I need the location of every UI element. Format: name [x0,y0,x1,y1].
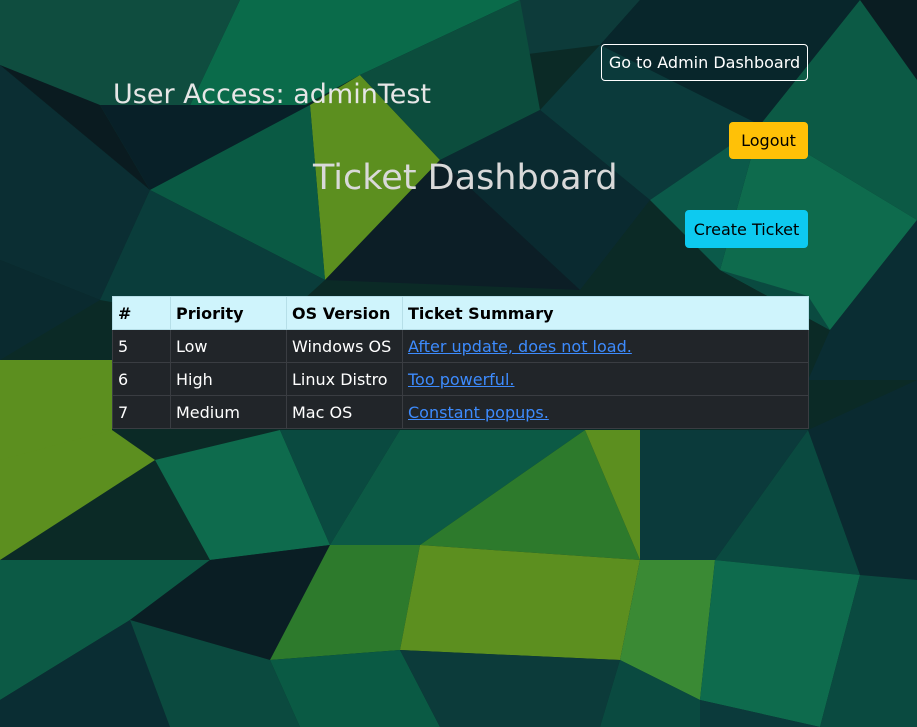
ticket-summary-cell: Too powerful. [402,362,809,396]
ticket-id: 6 [112,362,171,396]
column-header-ticket-summary: Ticket Summary [402,296,809,330]
create-ticket-button[interactable]: Create Ticket [685,210,808,248]
admin-dashboard-button[interactable]: Go to Admin Dashboard [601,44,808,81]
logout-button[interactable]: Logout [729,122,808,159]
ticket-table: # Priority OS Version Ticket Summary 5 L… [112,296,809,429]
table-row: 7 Medium Mac OS Constant popups. [112,395,809,429]
ticket-summary-cell: Constant popups. [402,395,809,429]
table-header-row: # Priority OS Version Ticket Summary [112,296,809,330]
ticket-summary-link[interactable]: After update, does not load. [408,337,632,356]
column-header-id: # [112,296,171,330]
column-header-priority: Priority [170,296,287,330]
ticket-priority: Medium [170,395,287,429]
ticket-summary-link[interactable]: Constant popups. [408,403,549,422]
user-access-label: User Access: adminTest [113,79,432,110]
ticket-priority: High [170,362,287,396]
table-row: 5 Low Windows OS After update, does not … [112,329,809,363]
ticket-summary-cell: After update, does not load. [402,329,809,363]
ticket-id: 5 [112,329,171,363]
page-title: Ticket Dashboard [313,158,618,198]
ticket-os-version: Windows OS [286,329,403,363]
ticket-os-version: Mac OS [286,395,403,429]
ticket-summary-link[interactable]: Too powerful. [408,370,514,389]
column-header-os-version: OS Version [286,296,403,330]
ticket-os-version: Linux Distro [286,362,403,396]
ticket-priority: Low [170,329,287,363]
page: Go to Admin Dashboard User Access: admin… [0,0,917,727]
ticket-id: 7 [112,395,171,429]
table-row: 6 High Linux Distro Too powerful. [112,362,809,396]
